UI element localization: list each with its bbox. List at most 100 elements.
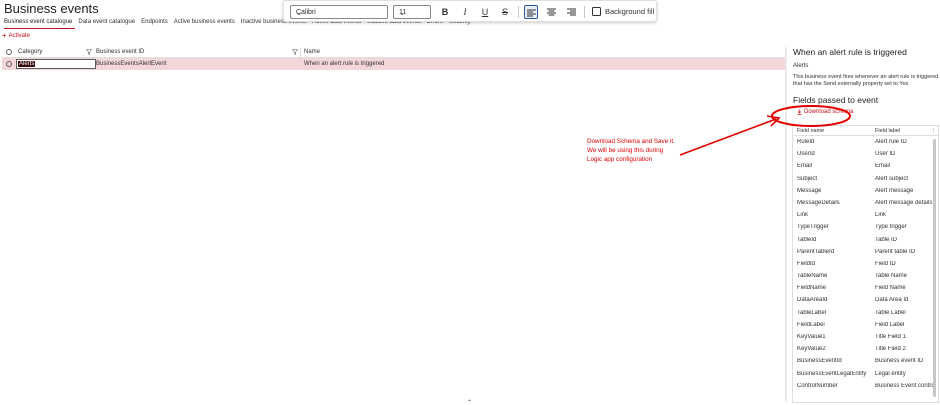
list-item[interactable]: FieldName Field Name [793,282,938,294]
list-item[interactable]: UserId User ID [793,148,938,160]
field-name-cell: Link [797,212,809,219]
list-item[interactable]: MessageDetails Alert message details [793,197,938,209]
field-name-cell: KeyValue2 [797,346,826,353]
list-item[interactable]: Link Link [793,209,938,221]
plus-icon: + [2,31,7,40]
filter-icon[interactable] [86,49,92,55]
underline-button[interactable]: U [478,5,492,19]
list-item[interactable]: FieldId Field ID [793,258,938,270]
column-header-name[interactable]: Name [304,49,320,55]
field-label-cell: Table Label [875,309,906,316]
align-right-button[interactable] [564,5,578,19]
list-item[interactable]: TableId Table ID [793,234,938,246]
grid-header: Category Business event ID Name [2,47,787,58]
list-item[interactable]: Email Email [793,160,938,172]
tab-data-event-catalogue[interactable]: Data event catalogue [75,18,138,29]
select-all-radio[interactable] [6,49,12,55]
chevron-down-icon: ⌄ [296,10,302,17]
annotation-note: Download Schema and Save it. We will be … [587,137,675,164]
fields-table-body: RuleId Alert rule ID UserId User ID Email Ema… [793,136,938,392]
italic-button[interactable]: I [458,5,472,19]
column-header-field-name[interactable]: Field name [797,128,824,134]
field-label-cell: Email [875,163,891,170]
download-icon [797,109,802,115]
arrow-head [766,115,781,127]
field-name-cell: FieldId [797,260,816,267]
strikethrough-button[interactable]: S [498,5,512,19]
tab-active-business-events[interactable]: Active business events [171,18,238,29]
table-row[interactable]: Alerts BusinessEventsAlertEvent When an … [2,58,787,70]
field-label-cell: Title Field 2 [875,346,906,353]
list-item[interactable]: KeyValue1 Title Field 1 [793,331,938,343]
font-size-select[interactable]: 11 ⌄ [393,5,431,19]
list-item[interactable]: TableName Table Name [793,270,938,282]
field-label-cell: Field Label [875,321,905,328]
row-select-radio[interactable] [6,61,12,67]
event-id-cell: BusinessEventsAlertEvent [96,61,167,67]
field-name-cell: TableId [797,236,817,243]
bold-button[interactable]: B [438,5,452,19]
column-options-icon[interactable]: ⋮ [931,128,937,134]
list-item[interactable]: FieldLabel Field Label [793,319,938,331]
column-header-category[interactable]: Category [18,49,42,55]
list-item[interactable]: DataAreaId Data Area Id [793,294,938,306]
field-name-cell: BusinessEventLegalEntity [797,370,867,377]
field-label-cell: Alert message [875,187,914,194]
align-left-button[interactable] [524,5,538,19]
tab-endpoints[interactable]: Endpoints [138,18,171,29]
fields-scrollbar[interactable] [933,139,936,397]
background-fill-checkbox[interactable] [592,7,601,16]
field-label-cell: Field ID [875,260,896,267]
field-name-cell: BusinessEventId [797,358,842,365]
tab-business-event-catalogue[interactable]: Business event catalogue [4,18,76,29]
column-divider [300,48,301,57]
list-item[interactable]: ParentTableId Parent table ID [793,246,938,258]
column-header-event-id[interactable]: Business event ID [96,49,144,55]
category-cell-input[interactable]: Alerts [16,59,96,69]
activate-label: Activate [8,33,31,39]
list-item[interactable]: TypeTrigger Type trigger [793,221,938,233]
field-label-cell: Link [875,212,887,219]
fields-heading: Fields passed to event [793,95,879,105]
list-item[interactable]: BusinessEventId Business event ID [793,355,938,367]
format-toolbar: Calibri ⌄ 11 ⌄ B I U S Background fill [283,0,657,22]
list-item[interactable]: ControlNumber Business Event control [793,380,938,392]
download-schema-label: Download schema [804,109,854,115]
download-schema-button[interactable]: Download schema [797,109,853,115]
annotation-line-3: Logic app configuration [587,156,653,163]
list-item[interactable]: KeyValue2 Title Field 2 [793,343,938,355]
resize-handle-icon[interactable]: ⌃ [467,399,472,405]
field-name-cell: DataAreaId [797,297,828,304]
toolbar-divider [584,6,585,18]
align-center-button[interactable] [544,5,558,19]
annotation-line-2: We will be using this during [587,147,664,154]
font-family-select[interactable]: Calibri ⌄ [290,5,388,19]
field-name-cell: FieldName [797,285,827,292]
field-name-cell: Subject [797,175,818,182]
field-name-cell: TableLabel [797,309,827,316]
list-item[interactable]: Subject Alert subject [793,173,938,185]
list-item[interactable]: BusinessEventLegalEntity Legal entity [793,368,938,380]
arrow-line [679,118,777,156]
page-title: Business events [4,1,99,16]
align-left-icon [526,9,536,17]
list-item[interactable]: RuleId Alert rule ID [793,136,938,148]
name-cell: When an alert rule is triggered [304,61,385,67]
annotation-line-1: Download Schema and Save it. [587,138,675,145]
column-header-field-label[interactable]: Field label [875,128,900,134]
field-name-cell: KeyValue1 [797,334,826,340]
pane-category: Alerts [793,63,809,69]
list-item[interactable]: Message Alert message [793,185,938,197]
field-label-cell: Field Name [875,285,906,292]
filter-icon[interactable] [292,49,298,55]
field-name-cell: FieldLabel [797,321,825,328]
fields-table: Field name Field label ⋮ RuleId Alert rul… [792,125,939,403]
field-label-cell: Alert subject [875,175,909,182]
list-item[interactable]: TableLabel Table Label [793,307,938,319]
field-label-cell: Business Event control [875,382,937,389]
details-pane: When an alert rule is triggered Alerts T… [791,47,940,405]
field-label-cell: Alert message details [875,199,933,206]
grid-scroll-edge [785,47,787,402]
activate-button[interactable]: + Activate [2,31,31,40]
field-name-cell: RuleId [797,139,815,145]
